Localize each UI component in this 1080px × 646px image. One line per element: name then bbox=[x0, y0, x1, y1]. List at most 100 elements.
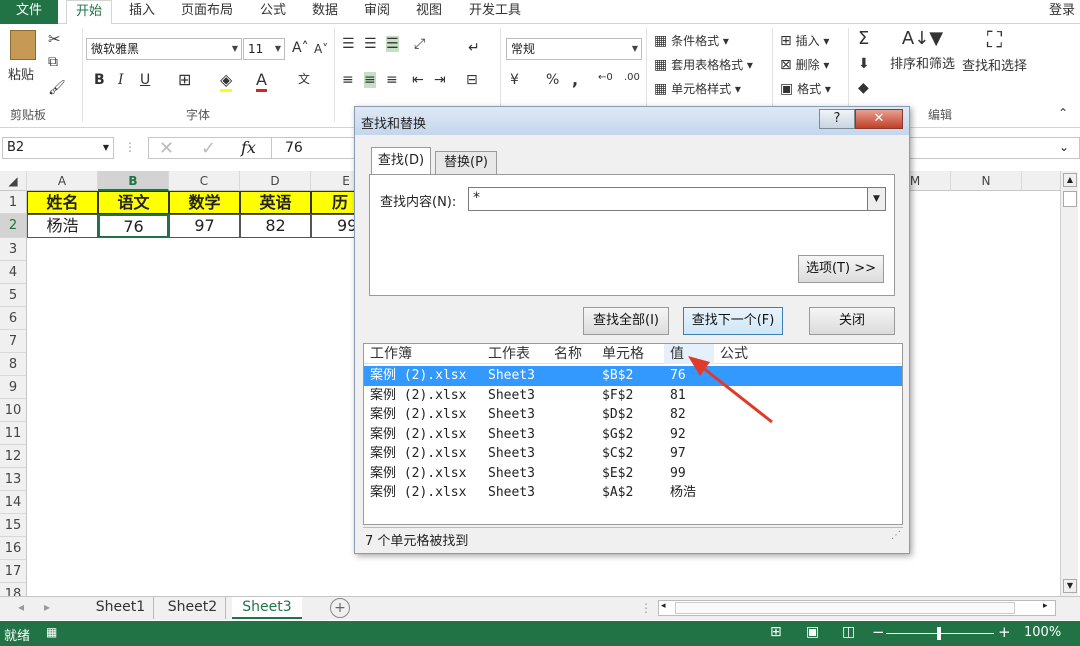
row-header[interactable]: 12 bbox=[0, 445, 27, 468]
page-layout-view-icon[interactable]: ▣ bbox=[806, 624, 819, 640]
cell-e1[interactable]: 历史 bbox=[311, 191, 355, 214]
clear-icon[interactable]: ◆ bbox=[858, 80, 869, 96]
cell-c1[interactable]: 数学 bbox=[169, 191, 240, 214]
cell-b2[interactable]: 76 bbox=[98, 214, 169, 238]
horizontal-scrollbar[interactable]: ◂ ▸ bbox=[658, 600, 1056, 616]
align-right-icon[interactable]: ≡ bbox=[386, 72, 398, 88]
align-middle-icon[interactable]: ☰ bbox=[364, 36, 377, 52]
result-row[interactable]: 案例 (2).xlsx Sheet3 $C$2 97 bbox=[364, 444, 902, 464]
align-left-icon[interactable]: ≡ bbox=[342, 72, 354, 88]
table-format-button[interactable]: ▦ 套用表格格式 ▾ bbox=[654, 56, 753, 73]
cut-icon[interactable]: ✂ bbox=[48, 30, 61, 48]
row-header[interactable]: 5 bbox=[0, 284, 27, 307]
help-button[interactable]: ? bbox=[819, 109, 855, 129]
find-all-button[interactable]: 查找全部(I) bbox=[583, 307, 669, 335]
column-header-a[interactable]: A bbox=[27, 171, 98, 191]
next-sheet-icon[interactable]: ▸ bbox=[44, 600, 50, 614]
result-row[interactable]: 案例 (2).xlsx Sheet3 $F$2 81 bbox=[364, 386, 902, 406]
scroll-up-icon[interactable]: ▲ bbox=[1063, 173, 1077, 187]
collapse-ribbon-icon[interactable]: ⌃ bbox=[1058, 106, 1068, 120]
scroll-right-icon[interactable]: ▸ bbox=[1043, 601, 1048, 611]
result-row[interactable]: 案例 (2).xlsx Sheet3 $E$2 99 bbox=[364, 464, 902, 484]
scroll-thumb[interactable] bbox=[1063, 191, 1077, 207]
cell-a1[interactable]: 姓名 bbox=[27, 191, 98, 214]
tab-replace[interactable]: 替换(P) bbox=[435, 151, 497, 175]
find-next-button[interactable]: 查找下一个(F) bbox=[683, 307, 783, 335]
insert-cells-button[interactable]: ⊞ 插入 ▾ bbox=[780, 32, 829, 49]
zoom-in-icon[interactable]: + bbox=[998, 623, 1011, 641]
vertical-scrollbar[interactable]: ▲ ▼ bbox=[1060, 171, 1078, 596]
grow-font-icon[interactable]: A˄ bbox=[292, 40, 309, 56]
col-workbook[interactable]: 工作簿 bbox=[370, 344, 412, 364]
format-painter-icon[interactable]: 🖌 bbox=[48, 80, 66, 96]
find-select-button[interactable]: ⛶ 查找和选择 bbox=[962, 28, 1027, 74]
row-header[interactable]: 13 bbox=[0, 468, 27, 491]
row-header[interactable]: 3 bbox=[0, 238, 27, 261]
tab-page-layout[interactable]: 页面布局 bbox=[172, 0, 242, 24]
scroll-thumb[interactable] bbox=[675, 602, 1015, 614]
number-format-select[interactable]: 常规 ▼ bbox=[506, 38, 642, 60]
borders-icon[interactable]: ⊞ bbox=[178, 70, 191, 89]
chevron-down-icon[interactable]: ▼ bbox=[867, 188, 885, 210]
page-break-view-icon[interactable]: ◫ bbox=[842, 624, 855, 640]
merge-center-icon[interactable]: ⊟ bbox=[466, 72, 478, 88]
fill-color-icon[interactable]: ◈ bbox=[220, 70, 233, 92]
decrease-decimal-icon[interactable]: .00 bbox=[624, 72, 640, 83]
orientation-icon[interactable]: ⤢ bbox=[414, 36, 425, 52]
login-link[interactable]: 登录 bbox=[1044, 0, 1080, 24]
tab-developer[interactable]: 开发工具 bbox=[460, 0, 530, 24]
tab-file[interactable]: 文件 bbox=[0, 0, 58, 24]
result-row[interactable]: 案例 (2).xlsx Sheet3 $B$2 76 bbox=[364, 366, 902, 386]
tab-find[interactable]: 查找(D) bbox=[371, 147, 431, 175]
row-header[interactable]: 9 bbox=[0, 376, 27, 399]
col-cell[interactable]: 单元格 bbox=[602, 344, 644, 364]
macro-record-icon[interactable]: ▦ bbox=[46, 625, 57, 639]
currency-icon[interactable]: ¥ bbox=[510, 72, 519, 88]
sheet-tab-1[interactable]: Sheet1 bbox=[88, 597, 154, 619]
shrink-font-icon[interactable]: A˅ bbox=[314, 42, 328, 56]
result-row[interactable]: 案例 (2).xlsx Sheet3 $G$2 92 bbox=[364, 425, 902, 445]
paste-button[interactable]: 粘贴 bbox=[8, 30, 36, 83]
delete-cells-button[interactable]: ⊠ 删除 ▾ bbox=[780, 56, 829, 73]
dialog-titlebar[interactable]: 查找和替换 ? ✕ bbox=[355, 107, 909, 135]
row-header[interactable]: 6 bbox=[0, 307, 27, 330]
row-header[interactable]: 4 bbox=[0, 261, 27, 284]
increase-indent-icon[interactable]: ⇥ bbox=[434, 72, 446, 88]
row-header[interactable]: 1 bbox=[0, 191, 27, 214]
close-button[interactable]: 关闭 bbox=[809, 307, 895, 335]
phonetic-icon[interactable]: 文 bbox=[298, 70, 310, 87]
align-center-icon[interactable]: ≡ bbox=[364, 72, 376, 88]
result-row[interactable]: 案例 (2).xlsx Sheet3 $D$2 82 bbox=[364, 405, 902, 425]
expand-formula-icon[interactable]: ⌄ bbox=[1059, 140, 1069, 154]
find-what-input[interactable]: * ▼ bbox=[468, 187, 886, 211]
zoom-level[interactable]: 100% bbox=[1024, 625, 1061, 640]
tab-data[interactable]: 数据 bbox=[304, 0, 346, 24]
zoom-slider-thumb[interactable] bbox=[937, 627, 941, 640]
cell-d1[interactable]: 英语 bbox=[240, 191, 311, 214]
font-size-select[interactable]: 11 ▼ bbox=[243, 38, 285, 60]
cell-e2[interactable]: 99 bbox=[311, 214, 355, 238]
font-name-select[interactable]: 微软雅黑 ▼ bbox=[86, 38, 242, 60]
function-icon[interactable]: fx bbox=[241, 138, 256, 157]
add-sheet-icon[interactable]: + bbox=[330, 598, 350, 618]
decrease-indent-icon[interactable]: ⇤ bbox=[412, 72, 424, 88]
tab-insert[interactable]: 插入 bbox=[122, 0, 162, 24]
align-bottom-icon[interactable]: ☰ bbox=[386, 36, 399, 52]
col-worksheet[interactable]: 工作表 bbox=[488, 344, 530, 364]
zoom-out-icon[interactable]: − bbox=[872, 623, 885, 641]
row-header[interactable]: 14 bbox=[0, 491, 27, 514]
scroll-left-icon[interactable]: ◂ bbox=[661, 601, 666, 611]
sheet-tab-3[interactable]: Sheet3 bbox=[232, 597, 302, 619]
format-cells-button[interactable]: ▣ 格式 ▾ bbox=[780, 80, 831, 97]
sort-filter-button[interactable]: A↓▼ 排序和筛选 bbox=[890, 28, 955, 72]
row-header[interactable]: 10 bbox=[0, 399, 27, 422]
row-header[interactable]: 15 bbox=[0, 514, 27, 537]
cell-style-button[interactable]: ▦ 单元格样式 ▾ bbox=[654, 80, 741, 97]
cell-c2[interactable]: 97 bbox=[169, 214, 240, 238]
prev-sheet-icon[interactable]: ◂ bbox=[18, 600, 24, 614]
wrap-text-icon[interactable]: ↵ bbox=[468, 40, 480, 56]
dialog-close-icon[interactable]: ✕ bbox=[855, 109, 903, 129]
align-top-icon[interactable]: ☰ bbox=[342, 36, 355, 52]
scroll-down-icon[interactable]: ▼ bbox=[1063, 579, 1077, 593]
resize-grip-icon[interactable]: ⋰ bbox=[891, 530, 901, 541]
